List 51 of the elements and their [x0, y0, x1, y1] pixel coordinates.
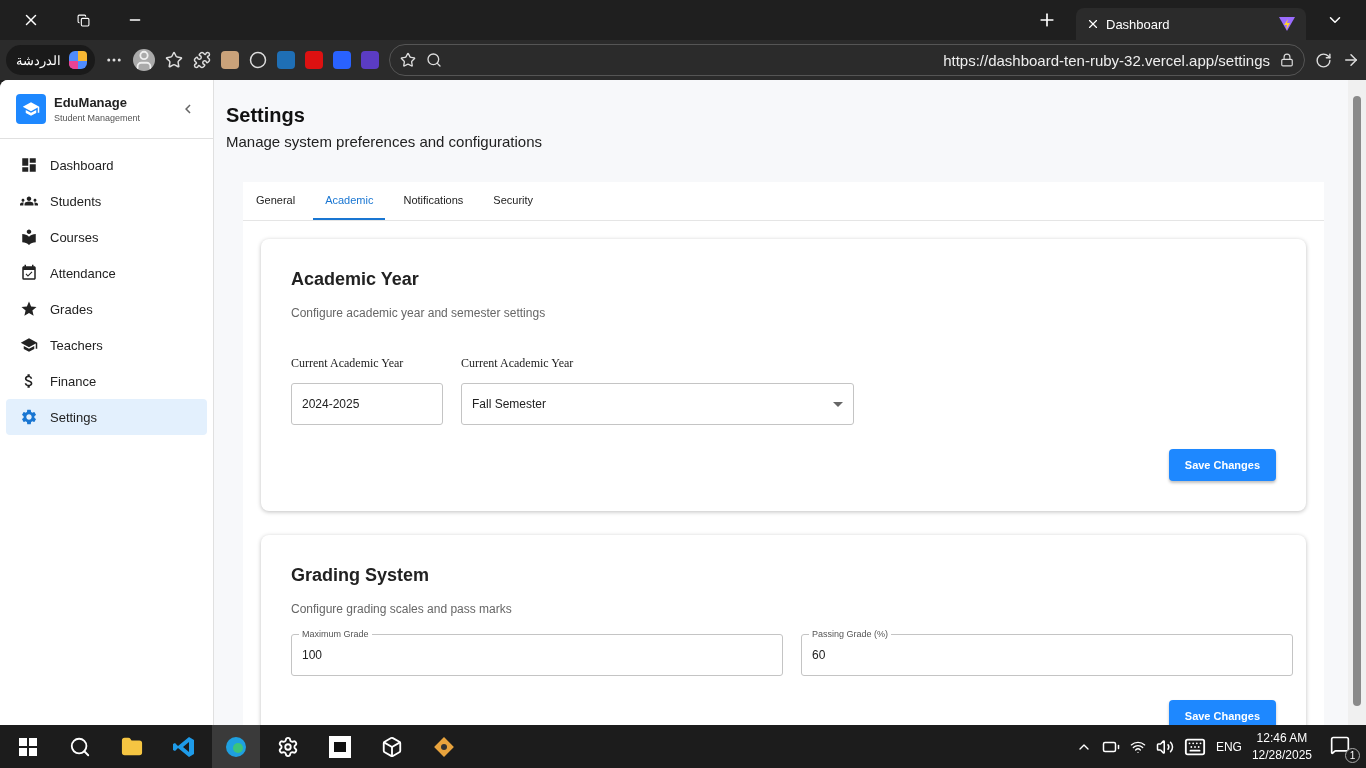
brand-subtitle: Student Management: [54, 113, 142, 123]
card-description: Configure academic year and semester settings: [291, 306, 547, 320]
settings-tab[interactable]: Academic: [313, 182, 386, 220]
brand-name: EduManage: [54, 95, 128, 110]
graduation-cap-icon: [20, 336, 38, 354]
extensions-icon[interactable]: [193, 51, 211, 69]
card-title: Academic Year: [291, 269, 420, 290]
sidebar-item[interactable]: Teachers: [6, 327, 207, 363]
notifications-icon[interactable]: [1330, 734, 1350, 755]
volume-icon[interactable]: [1155, 737, 1174, 756]
input-field[interactable]: 2024-2025: [291, 383, 443, 425]
clock-time: 12:46 AM: [1256, 731, 1308, 745]
notification-count: 1: [1345, 747, 1360, 763]
profile-avatar-icon[interactable]: [133, 49, 155, 71]
copilot-logo-icon: [67, 49, 89, 71]
page-subtitle: Manage system preferences and configurations: [226, 133, 543, 150]
star-icon: [20, 300, 38, 318]
sidebar-item[interactable]: Attendance: [6, 255, 207, 291]
sidebar-item[interactable]: Courses: [6, 219, 207, 255]
clock-date: 12/28/2025: [1251, 748, 1312, 762]
grid-icon: [20, 156, 38, 174]
sidebar-item[interactable]: Dashboard: [6, 147, 207, 183]
settings-icon: [20, 408, 38, 426]
page-title: Settings: [226, 104, 306, 127]
browser-tab[interactable]: Dashboard: [1076, 8, 1306, 40]
favorites-icon[interactable]: [165, 51, 183, 69]
select-field[interactable]: Fall Semester: [461, 383, 854, 425]
book-reader-icon: [20, 228, 38, 246]
card-title: Grading System: [291, 565, 431, 586]
settings-tab[interactable]: Notifications: [391, 182, 476, 220]
browser-icon[interactable]: [212, 725, 260, 768]
chat-button[interactable]: الدردشة: [6, 45, 95, 75]
sidebar-item[interactable]: Grades: [6, 291, 207, 327]
sidebar-item[interactable]: Finance: [6, 363, 207, 399]
field-label: Current Academic Year: [461, 356, 575, 371]
sidebar-item[interactable]: Students: [6, 183, 207, 219]
settings-tab[interactable]: Security: [481, 182, 546, 220]
forward-icon[interactable]: [1342, 51, 1360, 69]
language-indicator[interactable]: ENG: [1215, 739, 1242, 754]
scrollbar[interactable]: [1348, 80, 1366, 725]
sidebar-item[interactable]: Settings: [6, 399, 207, 435]
reload-icon[interactable]: [1315, 51, 1332, 69]
close-tab-icon[interactable]: [1086, 17, 1100, 31]
calendar-check-icon: [20, 264, 38, 282]
card-description: Configure grading scales and pass marks: [291, 602, 513, 616]
lightning-logo-icon: [1278, 16, 1296, 32]
settings-tab[interactable]: General: [244, 182, 308, 220]
field-label: Current Academic Year: [291, 356, 405, 371]
extension-icon[interactable]: [221, 51, 239, 69]
graduation-cap-logo-icon: [16, 94, 46, 124]
dropdown-caret-icon: [833, 401, 843, 407]
